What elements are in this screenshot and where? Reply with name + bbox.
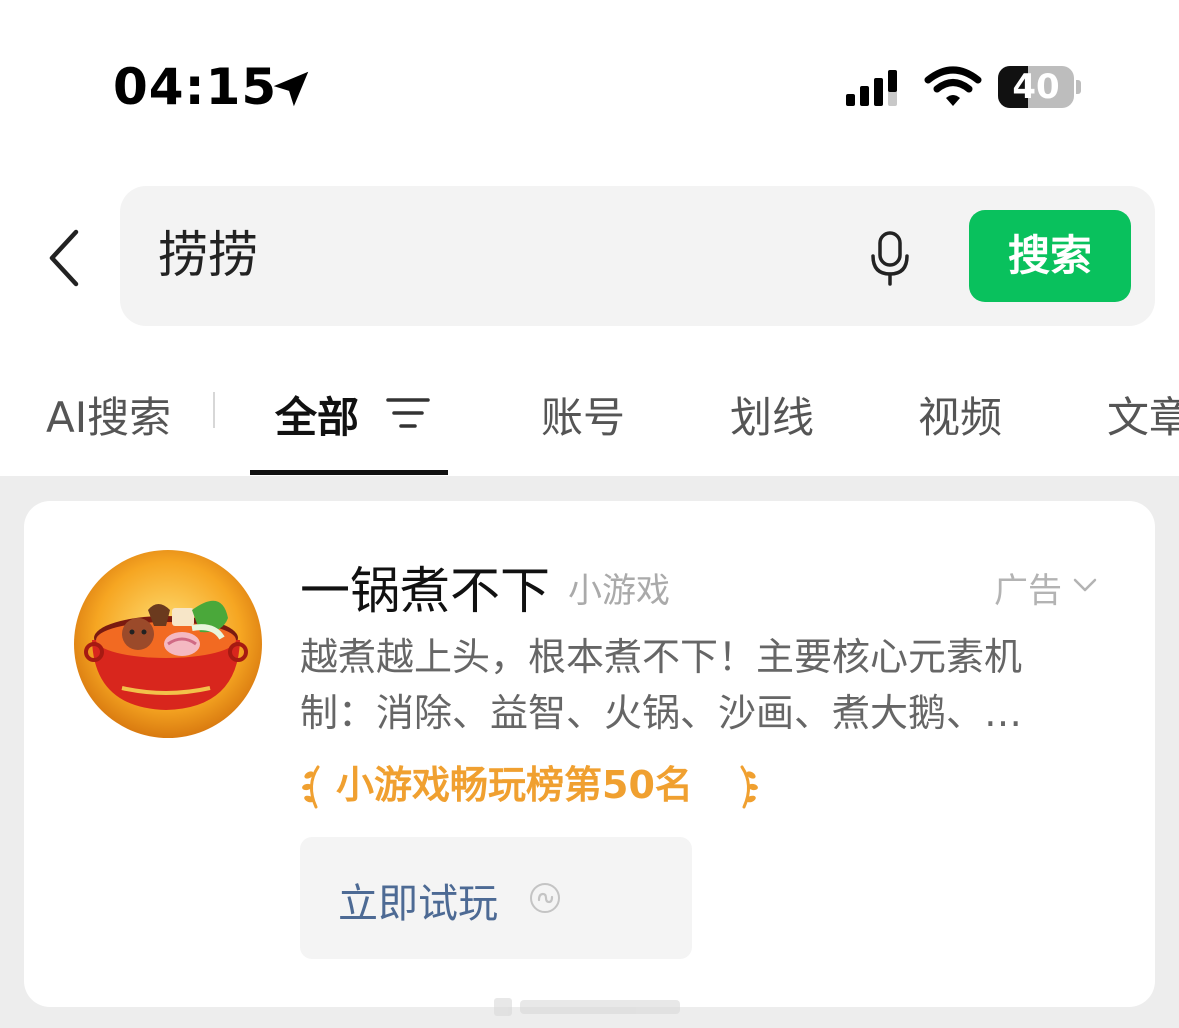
back-chevron-icon[interactable] bbox=[40, 226, 90, 290]
search-input[interactable]: 捞捞 bbox=[158, 222, 258, 288]
watermark bbox=[494, 998, 680, 1016]
ad-label[interactable]: 广告 bbox=[994, 563, 1062, 612]
active-tab-indicator bbox=[250, 470, 448, 475]
signal-icon bbox=[846, 70, 897, 106]
search-box[interactable]: 捞捞 搜索 bbox=[120, 186, 1155, 326]
filter-icon[interactable] bbox=[386, 396, 430, 430]
laurel-icon bbox=[302, 765, 320, 809]
battery-level: 40 bbox=[1012, 67, 1060, 107]
search-button[interactable]: 搜索 bbox=[969, 210, 1131, 302]
description-line: 制：消除、益智、火锅、沙画、煮大鹅、… bbox=[300, 691, 1023, 735]
chevron-down-icon[interactable] bbox=[1072, 577, 1098, 593]
tab-highlights[interactable]: 划线 bbox=[730, 384, 814, 445]
description-line: 越煮越上头，根本煮不下！主要核心元素机 bbox=[300, 635, 1023, 679]
mini-program-icon bbox=[530, 883, 560, 913]
try-now-label: 立即试玩 bbox=[338, 881, 498, 927]
tab-divider bbox=[213, 392, 215, 428]
ad-result-card[interactable]: 一锅煮不下 小游戏 广告 越煮越上头，根本煮不下！主要核心元素机 制：消除、益智… bbox=[24, 501, 1155, 1007]
microphone-icon[interactable] bbox=[868, 230, 912, 286]
tab-all[interactable]: 全部 bbox=[275, 384, 359, 445]
battery-icon: 40 bbox=[998, 66, 1082, 110]
status-time: 04:15 bbox=[113, 58, 278, 116]
location-arrow-icon bbox=[273, 71, 309, 107]
tab-articles[interactable]: 文章 bbox=[1107, 384, 1179, 445]
tab-ai-search[interactable]: AI搜索 bbox=[46, 384, 171, 445]
game-logo-icon[interactable] bbox=[72, 548, 264, 740]
wifi-icon bbox=[924, 66, 982, 106]
result-description: 越煮越上头，根本煮不下！主要核心元素机 制：消除、益智、火锅、沙画、煮大鹅、… bbox=[300, 629, 1102, 741]
status-bar: 04:15 40 bbox=[0, 0, 1179, 170]
try-now-button[interactable]: 立即试玩 bbox=[300, 837, 692, 959]
rank-text: 小游戏畅玩榜第50名 bbox=[336, 763, 693, 807]
result-category: 小游戏 bbox=[568, 571, 670, 611]
laurel-icon bbox=[740, 765, 758, 809]
tab-videos[interactable]: 视频 bbox=[918, 384, 1002, 445]
tab-bar: AI搜索 全部 账号 划线 视频 文章 bbox=[0, 360, 1179, 475]
result-title[interactable]: 一锅煮不下 bbox=[300, 551, 550, 623]
tab-accounts[interactable]: 账号 bbox=[541, 384, 625, 445]
